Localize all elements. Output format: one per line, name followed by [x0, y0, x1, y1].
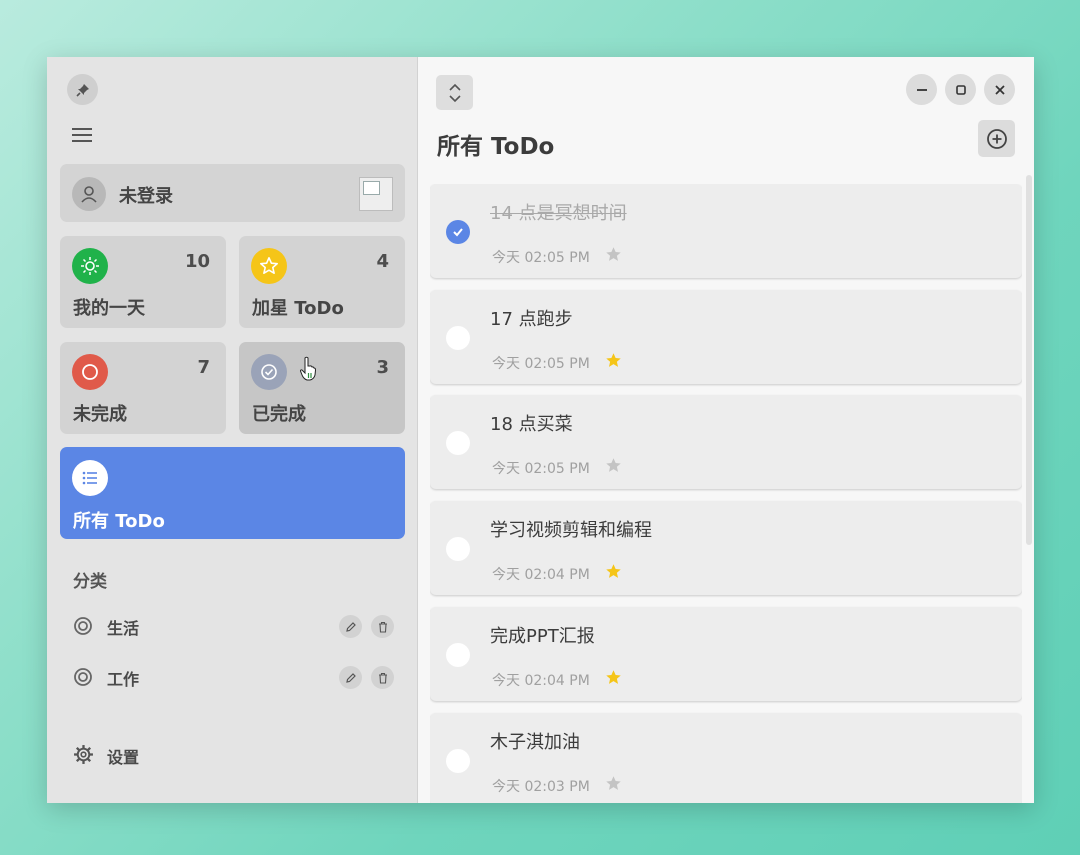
card-label: 加星 ToDo	[252, 298, 344, 319]
todo-checkbox[interactable]	[446, 431, 470, 455]
edit-category-button[interactable]	[339, 615, 362, 638]
check-circle-icon	[251, 354, 287, 390]
todo-time: 今天 02:05 PM	[492, 461, 590, 477]
todo-checkbox[interactable]	[446, 749, 470, 773]
card-count: 7	[197, 357, 210, 378]
star-icon[interactable]	[605, 775, 622, 792]
star-icon[interactable]	[605, 457, 622, 474]
circle-icon	[72, 354, 108, 390]
settings-button[interactable]: 设置	[73, 742, 273, 768]
todo-title: 学习视频剪辑和编程	[490, 520, 652, 541]
list-icon	[72, 460, 108, 496]
star-icon[interactable]	[605, 563, 622, 580]
minimize-button[interactable]	[906, 74, 937, 105]
sort-button[interactable]	[436, 75, 473, 110]
maximize-button[interactable]	[945, 74, 976, 105]
app-window: 未登录 10 我的一天 4 加星 ToDo 7 未完成 3 已完成 所有 ToD…	[47, 57, 1034, 803]
settings-label: 设置	[107, 748, 140, 767]
card-count: 4	[376, 251, 389, 272]
user-card[interactable]: 未登录	[60, 164, 405, 222]
todo-time: 今天 02:04 PM	[492, 673, 590, 689]
category-ring-icon	[74, 668, 92, 686]
user-name: 未登录	[119, 186, 173, 207]
card-count: 10	[184, 251, 210, 272]
card-completed[interactable]: 3 已完成	[239, 342, 405, 434]
category-item[interactable]: 生活	[73, 612, 403, 642]
todo-item[interactable]: 18 点买菜 今天 02:05 PM	[430, 395, 1022, 489]
trash-icon	[378, 621, 387, 633]
add-todo-button[interactable]	[978, 120, 1015, 157]
pin-icon	[75, 83, 89, 97]
category-item[interactable]: 工作	[73, 663, 403, 693]
todo-time: 今天 02:05 PM	[492, 356, 590, 372]
todo-item[interactable]: 完成PPT汇报 今天 02:04 PM	[430, 607, 1022, 701]
card-label: 未完成	[73, 404, 127, 425]
card-incomplete[interactable]: 7 未完成	[60, 342, 226, 434]
close-button[interactable]	[984, 74, 1015, 105]
user-icon	[81, 186, 97, 203]
todo-checkbox[interactable]	[446, 537, 470, 561]
menu-button[interactable]	[69, 124, 95, 146]
todo-item[interactable]: 17 点跑步 今天 02:05 PM	[430, 290, 1022, 384]
categories-title: 分类	[73, 572, 107, 592]
main-panel: 所有 ToDo 14 点是冥想时间 今天 02:05 PM 17 点跑步 今天 …	[418, 57, 1034, 803]
broken-image-icon	[359, 177, 393, 211]
gear-icon	[74, 745, 93, 764]
card-label: 已完成	[252, 404, 306, 425]
hamburger-icon	[72, 128, 92, 142]
sun-icon	[72, 248, 108, 284]
star-icon[interactable]	[605, 246, 622, 263]
delete-category-button[interactable]	[371, 615, 394, 638]
scrollbar[interactable]	[1026, 175, 1032, 545]
todo-title: 17 点跑步	[490, 309, 573, 330]
pencil-icon	[345, 672, 356, 683]
close-icon	[994, 84, 1005, 95]
todo-item[interactable]: 木子淇加油 今天 02:03 PM	[430, 713, 1022, 803]
card-label: 我的一天	[73, 298, 145, 319]
todo-title: 完成PPT汇报	[490, 626, 595, 647]
todo-item[interactable]: 学习视频剪辑和编程 今天 02:04 PM	[430, 501, 1022, 595]
card-all-todo[interactable]: 所有 ToDo	[60, 447, 405, 539]
trash-icon	[378, 672, 387, 684]
todo-time: 今天 02:03 PM	[492, 779, 590, 795]
category-name: 工作	[107, 670, 140, 689]
star-icon	[251, 248, 287, 284]
category-ring-icon	[74, 617, 92, 635]
star-icon[interactable]	[605, 352, 622, 369]
hand-cursor-icon	[299, 356, 317, 381]
delete-category-button[interactable]	[371, 666, 394, 689]
check-icon	[453, 228, 463, 237]
category-name: 生活	[107, 619, 140, 638]
plus-circle-icon	[986, 128, 1007, 149]
pencil-icon	[345, 621, 356, 632]
todo-title: 14 点是冥想时间	[490, 203, 627, 224]
card-my-day[interactable]: 10 我的一天	[60, 236, 226, 328]
todo-checkbox[interactable]	[446, 643, 470, 667]
todo-time: 今天 02:05 PM	[492, 250, 590, 266]
avatar	[72, 177, 106, 211]
star-icon[interactable]	[605, 669, 622, 686]
card-label: 所有 ToDo	[73, 511, 165, 532]
page-title: 所有 ToDo	[437, 134, 555, 160]
todo-list: 14 点是冥想时间 今天 02:05 PM 17 点跑步 今天 02:05 PM…	[430, 184, 1022, 803]
todo-title: 木子淇加油	[490, 732, 580, 753]
card-count: 3	[376, 357, 389, 378]
minimize-icon	[916, 88, 927, 91]
card-starred[interactable]: 4 加星 ToDo	[239, 236, 405, 328]
sidebar: 未登录 10 我的一天 4 加星 ToDo 7 未完成 3 已完成 所有 ToD…	[47, 57, 418, 803]
todo-checkbox[interactable]	[446, 220, 470, 244]
todo-time: 今天 02:04 PM	[492, 567, 590, 583]
maximize-icon	[955, 84, 966, 95]
todo-item[interactable]: 14 点是冥想时间 今天 02:05 PM	[430, 184, 1022, 278]
todo-checkbox[interactable]	[446, 326, 470, 350]
edit-category-button[interactable]	[339, 666, 362, 689]
chevron-up-down-icon	[448, 83, 461, 102]
todo-title: 18 点买菜	[490, 414, 573, 435]
pin-button[interactable]	[67, 74, 98, 105]
